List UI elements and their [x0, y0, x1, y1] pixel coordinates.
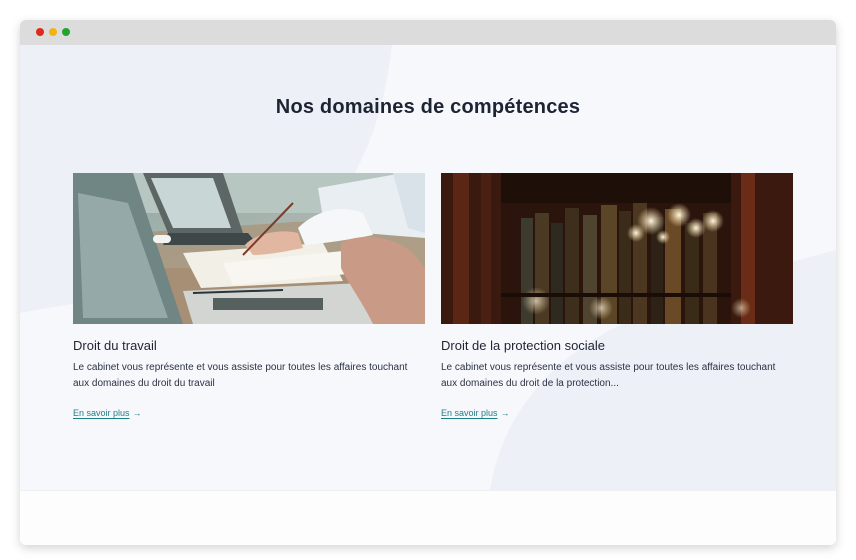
office-meeting-photo — [73, 173, 425, 324]
link-label: En savoir plus — [73, 408, 130, 418]
minimize-window-icon[interactable] — [49, 28, 57, 36]
card-description: Le cabinet vous représente et vous assis… — [73, 362, 408, 389]
window-titlebar — [20, 20, 836, 45]
footer-section — [20, 490, 836, 545]
section-title: Nos domaines de compétences — [275, 96, 581, 118]
card-title: Droit de la protection sociale — [441, 338, 606, 353]
card-title: Droit du travail — [73, 338, 157, 353]
maximize-window-icon[interactable] — [62, 28, 70, 36]
card-droit-du-travail: Droit du travail Le cabinet vous représe… — [73, 173, 425, 421]
close-window-icon[interactable] — [36, 28, 44, 36]
browser-window: Nos domaines de compétences Droit du tra… — [20, 20, 836, 545]
card-description: Le cabinet vous représente et vous assis… — [441, 362, 776, 389]
law-library-photo — [441, 173, 793, 324]
arrow-right-icon: → — [500, 408, 510, 418]
link-label: En savoir plus — [441, 408, 498, 418]
en-savoir-plus-link[interactable]: En savoir plus → — [73, 408, 142, 418]
en-savoir-plus-link[interactable]: En savoir plus → — [441, 408, 510, 418]
card-droit-de-la-protection-sociale: Droit de la protection sociale Le cabine… — [441, 173, 793, 421]
arrow-right-icon: → — [132, 408, 142, 418]
